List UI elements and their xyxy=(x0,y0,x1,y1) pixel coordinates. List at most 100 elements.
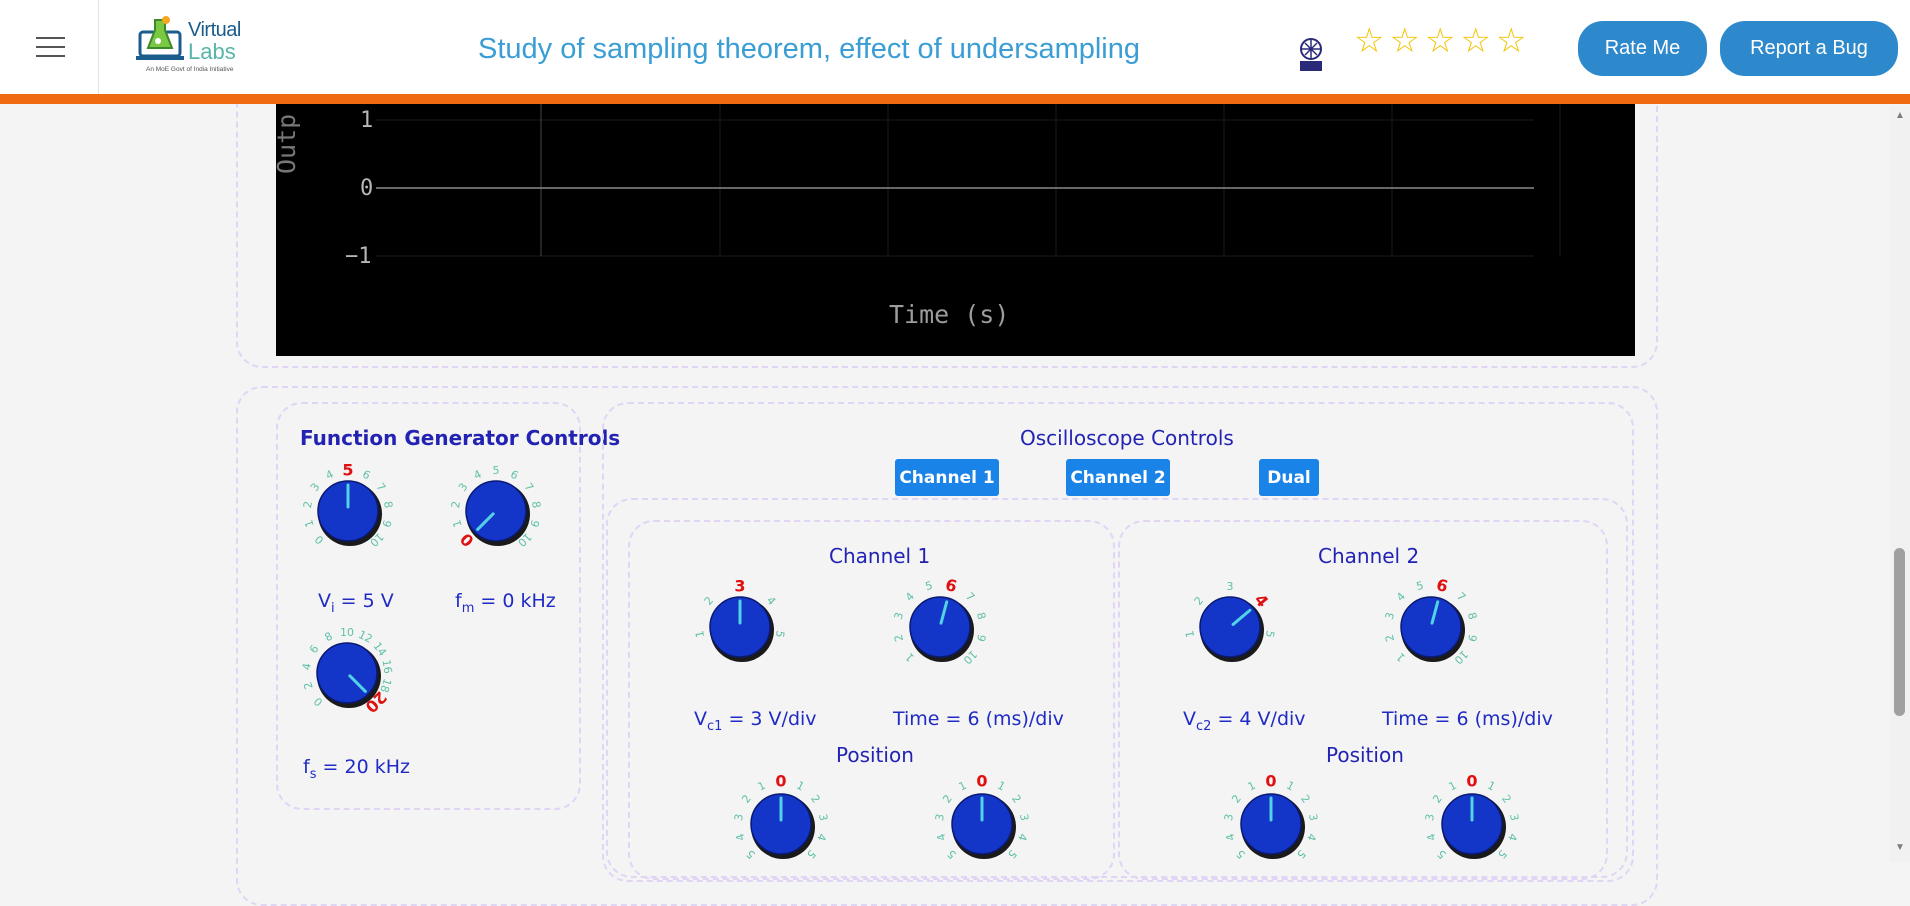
scrollbar-thumb[interactable] xyxy=(1894,548,1905,716)
knob-tick-label: 2 xyxy=(702,594,716,608)
scroll-up-arrow-icon[interactable]: ▲ xyxy=(1895,110,1905,121)
knob-dial[interactable]: 02468 10 1214161820 xyxy=(297,619,397,719)
knob-selected-value: 5 xyxy=(342,461,353,480)
star-icon[interactable]: ☆ xyxy=(1354,24,1384,58)
knob-tick-label: 10 xyxy=(340,626,354,639)
institute-emblem-icon xyxy=(1300,38,1322,71)
knob-dial[interactable]: 12345 xyxy=(1180,573,1280,673)
knob-tick-label: 1 xyxy=(957,779,969,794)
knob-dial[interactable]: 01234 5 678910 xyxy=(298,457,398,557)
channel-2-title: Channel 2 xyxy=(1318,544,1420,568)
plot-y-tick: 1 xyxy=(360,108,374,133)
knob-tick-label: 4 xyxy=(934,832,949,843)
knob-tick-label: 4 xyxy=(1015,832,1030,843)
vi-knob[interactable]: 0 1 2 3 4 5 6 7 8 9 10 xyxy=(301,461,395,555)
plot-x-axis-label: Time (s) xyxy=(889,300,1010,329)
ch1-time-knob[interactable]: 1 2 3 4 5 6 7 8 9 10 xyxy=(892,575,988,671)
ch1-position-title: Position xyxy=(836,743,914,767)
knob-tick-label: 4 xyxy=(903,590,917,604)
knob-dial[interactable]: 54321 0 12345 xyxy=(731,770,831,870)
report-bug-button[interactable]: Report a Bug xyxy=(1720,21,1898,76)
knob-tick-label: 1 xyxy=(1284,779,1296,794)
fs-knob[interactable]: 0 2 4 6 8 10 12 14 16 18 20 xyxy=(300,626,394,717)
page-scrollbar[interactable]: ▲ ▼ xyxy=(1890,106,1910,862)
menu-icon-bar xyxy=(36,37,65,39)
ch1-position-knob-a[interactable]: 54321012345 xyxy=(732,772,830,868)
output-plot[interactable]: Outp 1 0 −1 Time (s) xyxy=(276,104,1635,356)
knob-tick-label: 1 xyxy=(1447,779,1459,794)
knob-tick-label: 5 xyxy=(924,579,934,593)
ch2-position-knob-b[interactable]: 54321012345 xyxy=(1423,772,1521,868)
knob-tick-label: 1 xyxy=(693,629,707,638)
knob-tick-label: 4 xyxy=(733,832,748,843)
rate-me-button[interactable]: Rate Me xyxy=(1578,21,1707,76)
knob-selected-value: 0 xyxy=(775,772,786,791)
knob-tick-label: 8 xyxy=(1465,611,1479,621)
knob-dial[interactable]: 54321 0 12345 xyxy=(932,770,1032,870)
channel-1-button[interactable]: Channel 1 xyxy=(895,459,999,496)
knob-tick-label: 2 xyxy=(449,500,463,509)
ch2-position-knob-a[interactable]: 54321012345 xyxy=(1222,772,1320,868)
knob-tick-label: 5 xyxy=(1234,847,1248,861)
ch2-volt-subscript: c2 xyxy=(1196,718,1212,734)
knob-tick-label: 4 xyxy=(1223,832,1238,843)
knob-tick-label: 3 xyxy=(1507,813,1521,822)
channel-2-button[interactable]: Channel 2 xyxy=(1066,459,1170,496)
knob-tick-label: 1 xyxy=(995,779,1007,794)
ch2-volt-symbol: V xyxy=(1183,708,1196,730)
knob-tick-label: 2 xyxy=(739,792,754,805)
knob-tick-label: 2 xyxy=(808,792,823,805)
star-icon[interactable]: ☆ xyxy=(1425,24,1455,58)
knob-tick-label: 4 xyxy=(1304,832,1319,843)
knob-tick-label: 4 xyxy=(1424,832,1439,843)
star-rating[interactable]: ☆ ☆ ☆ ☆ ☆ xyxy=(1354,24,1526,58)
vi-symbol: V xyxy=(318,590,331,612)
knob-tick-label: 2 xyxy=(1229,792,1244,805)
knob-tick-label: 8 xyxy=(529,500,543,509)
knob-selected-value: 3 xyxy=(734,577,745,596)
knob-tick-label: 6 xyxy=(307,643,322,656)
knob-tick-label: 4 xyxy=(1394,590,1408,604)
knob-dial[interactable]: 54321 0 12345 xyxy=(1221,770,1321,870)
knob-tick-label: 1 xyxy=(794,779,806,794)
star-icon[interactable]: ☆ xyxy=(1460,24,1490,58)
knob-tick-label: 3 xyxy=(933,813,947,822)
knob-tick-label: 4 xyxy=(472,468,484,483)
knob-tick-label: 12 xyxy=(356,628,374,646)
knob-body xyxy=(1199,596,1261,658)
knob-tick-label: 1 xyxy=(1183,629,1197,638)
knob-tick-label: 2 xyxy=(301,680,316,691)
virtual-labs-logo[interactable]: Virtual Labs An MoE Govt of India Initia… xyxy=(136,14,256,78)
fm-knob[interactable]: 0 1 2 3 4 5 6 7 8 9 10 xyxy=(449,464,543,555)
ch2-volt-readout: Vc2 = 4 V/div xyxy=(1183,708,1306,734)
star-icon[interactable]: ☆ xyxy=(1389,24,1419,58)
ch2-volt-knob[interactable]: 12345 xyxy=(1183,580,1277,671)
function-generator-title: Function Generator Controls xyxy=(300,426,621,450)
dual-button[interactable]: Dual xyxy=(1259,459,1319,496)
page-title: Study of sampling theorem, effect of und… xyxy=(478,33,1141,65)
knob-tick-label: 3 xyxy=(732,813,746,822)
menu-icon-bar xyxy=(36,46,65,48)
knob-tick-label: 8 xyxy=(323,630,335,645)
knob-tick-label: 5 xyxy=(1435,847,1449,861)
knob-tick-label: 5 xyxy=(1415,579,1425,593)
knob-dial[interactable]: 12345 678910 xyxy=(1381,573,1481,673)
knob-tick-label: 5 xyxy=(744,847,758,861)
knob-tick-label: 5 xyxy=(1263,629,1277,638)
knob-dial[interactable]: 12345 xyxy=(690,573,790,673)
knob-dial[interactable]: 01234 5 678910 xyxy=(446,457,546,557)
ch2-time-knob[interactable]: 1 2 3 4 5 6 7 8 9 10 xyxy=(1383,575,1479,671)
knob-dial[interactable]: 54321 0 12345 xyxy=(1422,770,1522,870)
knob-selected-value: 6 xyxy=(943,575,959,596)
hamburger-menu-button[interactable] xyxy=(0,0,99,94)
knob-dial[interactable]: 12345 678910 xyxy=(890,573,990,673)
star-icon[interactable]: ☆ xyxy=(1496,24,1526,58)
knob-tick-label: 3 xyxy=(816,813,830,822)
ch1-position-knob-b[interactable]: 54321012345 xyxy=(933,772,1031,868)
fs-readout: fs = 20 kHz xyxy=(303,756,410,782)
knob-tick-label: 2 xyxy=(940,792,955,805)
scroll-down-arrow-icon[interactable]: ▼ xyxy=(1895,842,1905,853)
knob-tick-label: 8 xyxy=(974,611,988,621)
ch1-volt-value: = 3 V/div xyxy=(722,708,817,730)
ch1-volt-knob[interactable]: 1 2 3 4 5 xyxy=(693,577,787,671)
